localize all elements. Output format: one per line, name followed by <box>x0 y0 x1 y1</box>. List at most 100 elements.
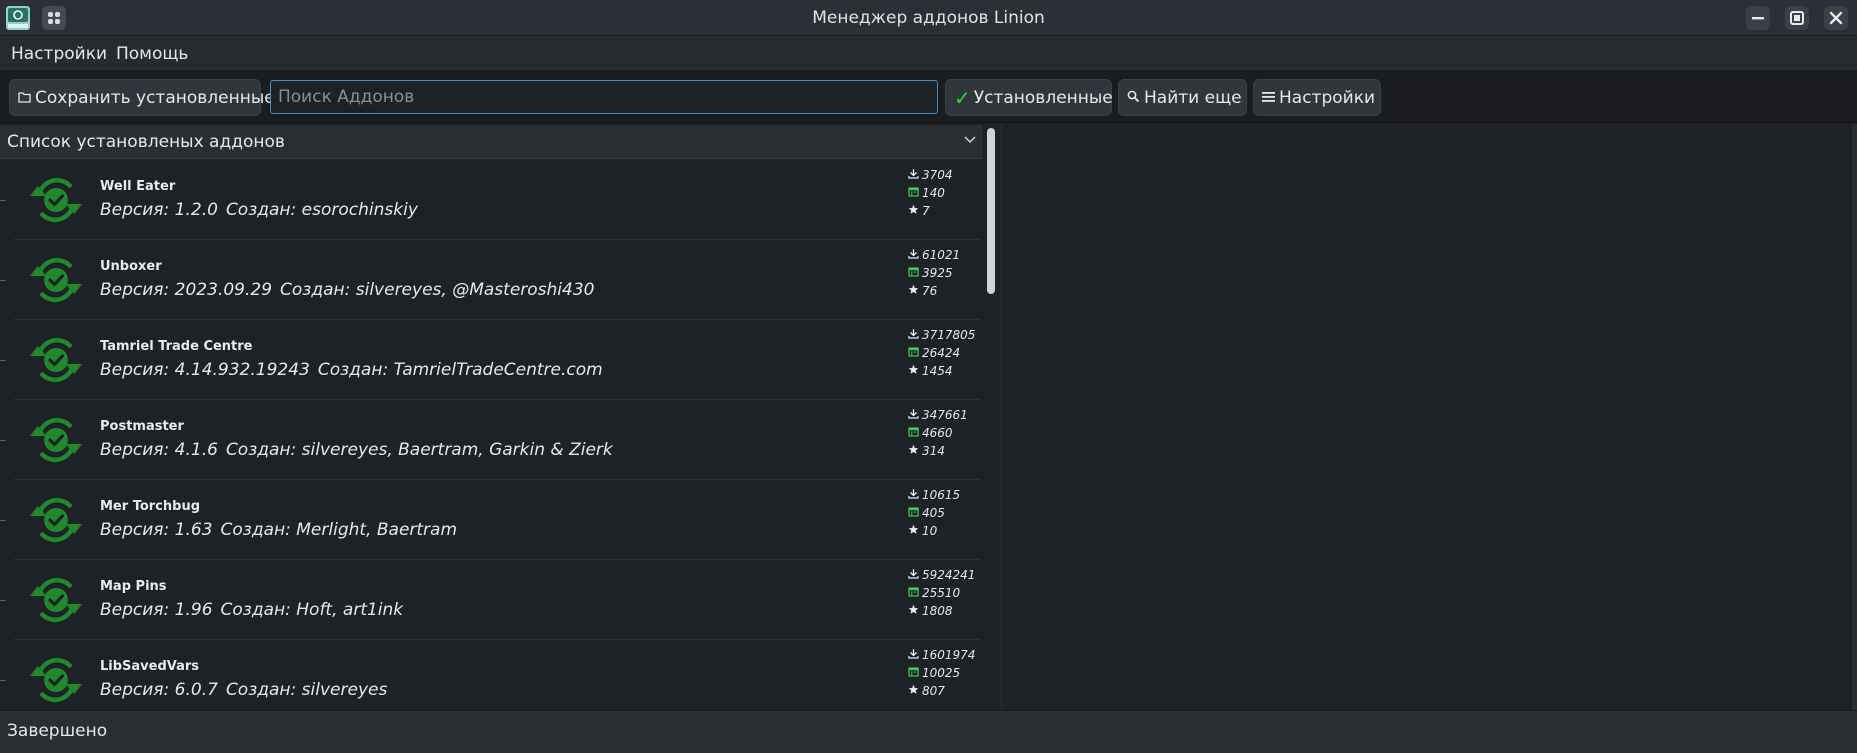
minimize-button[interactable] <box>1746 6 1770 30</box>
author-prefix: Создан: <box>317 360 389 380</box>
installed-sync-check-icon <box>27 412 85 468</box>
monthly-stat: 140 <box>908 186 945 204</box>
addon-row[interactable]: Postmaster Версия: 4.1.6 Создан: silvereye… <box>0 400 980 480</box>
close-button[interactable] <box>1824 6 1848 30</box>
installed-sync-check-icon <box>27 332 85 388</box>
installed-sync-check-icon <box>27 172 85 228</box>
installed-sync-check-icon <box>27 652 85 708</box>
calendar-icon <box>908 586 922 600</box>
star-icon <box>908 204 922 218</box>
maximize-icon <box>1790 11 1804 25</box>
download-icon <box>908 248 922 262</box>
status-text: Завершено <box>7 721 108 741</box>
addon-meta: Версия: 1.96 Создан: Hoft, art1ink <box>100 600 403 620</box>
addon-author: TamrielTradeCentre.com <box>393 360 603 380</box>
addon-name: Mer Torchbug <box>100 499 201 514</box>
addon-version: 6.0.7 <box>174 680 218 700</box>
scrollbar-thumb[interactable] <box>987 128 995 294</box>
maximize-button[interactable] <box>1785 6 1809 30</box>
author-prefix: Создан: <box>225 440 297 460</box>
favorites-count: 76 <box>922 284 938 298</box>
favorites-count: 314 <box>922 444 945 458</box>
favorites-count: 10 <box>922 524 938 538</box>
monthly-stat: 26424 <box>908 346 960 364</box>
addon-author: silvereyes, @Masteroshi430 <box>355 280 595 300</box>
search-icon <box>1127 89 1140 107</box>
favorites-stat: 1808 <box>908 604 953 622</box>
addon-version: 2023.09.29 <box>174 280 273 300</box>
author-prefix: Создан: <box>225 680 297 700</box>
addon-meta: Версия: 1.63 Создан: Merlight, Baertram <box>100 520 457 540</box>
calendar-icon <box>908 666 922 680</box>
title-bar: Менеджер аддонов Linion <box>0 0 1857 36</box>
downloads-stat: 5924241 <box>908 568 975 586</box>
downloads-count: 3704 <box>922 168 953 182</box>
addon-list-selector[interactable]: Список установленых аддонов <box>0 125 982 159</box>
close-icon <box>1829 11 1843 25</box>
monthly-count: 10025 <box>922 666 961 680</box>
menu-help[interactable]: Помощь <box>116 44 188 64</box>
addon-version: 1.2.0 <box>174 200 218 220</box>
calendar-icon <box>908 426 922 440</box>
addon-meta: Версия: 2023.09.29 Создан: silvereyes, @M… <box>100 280 594 300</box>
addon-name: Postmaster <box>100 419 184 434</box>
monthly-count: 140 <box>922 186 945 200</box>
addon-list: Well Eater Версия: 1.2.0 Создан: esorochin… <box>0 160 982 710</box>
installed-sync-check-icon <box>27 572 85 628</box>
downloads-count: 1601974 <box>922 648 976 662</box>
favorites-count: 807 <box>922 684 945 698</box>
addon-row[interactable]: Tamriel Trade Centre Версия: 4.14.932.192… <box>0 320 980 400</box>
toolbar: Сохранить установленные ✓ Установленные … <box>0 70 1857 123</box>
addon-name: LibSavedVars <box>100 659 200 674</box>
installed-label: Установленные <box>973 87 1113 108</box>
addon-row[interactable]: LibSavedVars Версия: 6.0.7 Создан: silvere… <box>0 640 980 710</box>
version-prefix: Версия: <box>100 600 170 620</box>
search-input[interactable] <box>270 80 938 114</box>
addon-name: Unboxer <box>100 259 162 274</box>
menu-settings[interactable]: Настройки <box>11 44 107 64</box>
downloads-stat: 61021 <box>908 248 960 266</box>
menu-bar: Настройки Помощь <box>0 36 1857 70</box>
favorites-stat: 807 <box>908 684 945 702</box>
author-prefix: Создан: <box>220 520 291 540</box>
version-prefix: Версия: <box>100 200 170 220</box>
monthly-stat: 10025 <box>908 666 960 684</box>
favorites-stat: 10 <box>908 524 937 542</box>
installed-button[interactable]: ✓ Установленные <box>945 79 1113 116</box>
find-more-button[interactable]: Найти еще <box>1118 79 1247 116</box>
addon-row[interactable]: Well Eater Версия: 1.2.0 Создан: esorochin… <box>0 160 980 240</box>
downloads-stat: 1601974 <box>908 648 975 666</box>
installed-sync-check-icon <box>27 252 85 308</box>
addon-list-scrollbar[interactable] <box>982 124 1002 710</box>
favorites-stat: 76 <box>908 284 937 302</box>
star-icon <box>908 444 922 458</box>
favorites-stat: 1454 <box>908 364 953 382</box>
favorites-stat: 7 <box>908 204 930 222</box>
addon-list-selector-label: Список установленых аддонов <box>7 132 285 152</box>
addon-row[interactable]: Map Pins Версия: 1.96 Создан: Hoft, art1in… <box>0 560 980 640</box>
monthly-stat: 4660 <box>908 426 953 444</box>
addon-row[interactable]: Unboxer Версия: 2023.09.29 Создан: silvere… <box>0 240 980 320</box>
version-prefix: Версия: <box>100 280 170 300</box>
settings-button[interactable]: Настройки <box>1253 79 1381 116</box>
version-prefix: Версия: <box>100 440 170 460</box>
addon-version: 1.96 <box>174 600 213 620</box>
checkmark-icon: ✓ <box>954 85 971 110</box>
save-installed-button[interactable]: Сохранить установленные <box>9 79 275 116</box>
addon-author: silvereyes <box>301 680 388 700</box>
download-icon <box>908 168 922 182</box>
addon-row[interactable]: Mer Torchbug Версия: 1.63 Создан: Merlight… <box>0 480 980 560</box>
monthly-count: 25510 <box>922 586 961 600</box>
downloads-stat: 3704 <box>908 168 953 186</box>
addon-author: esorochinskiy <box>301 200 418 220</box>
addon-meta: Версия: 4.14.932.19243 Создан: TamrielTra… <box>100 360 603 380</box>
star-icon <box>908 284 922 298</box>
addon-author: silvereyes, Baertram, Garkin & Zierk <box>301 440 613 460</box>
calendar-icon <box>908 266 922 280</box>
monthly-stat: 25510 <box>908 586 960 604</box>
author-prefix: Создан: <box>220 600 291 620</box>
downloads-stat: 10615 <box>908 488 960 506</box>
hamburger-menu-icon <box>1262 89 1275 107</box>
addon-name: Well Eater <box>100 179 176 194</box>
addon-author: Merlight, Baertram <box>296 520 458 540</box>
